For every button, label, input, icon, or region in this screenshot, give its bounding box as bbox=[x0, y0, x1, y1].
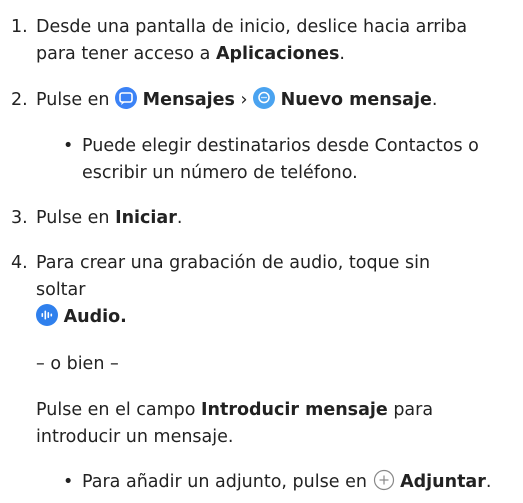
apps-label: Aplicaciones bbox=[215, 44, 340, 64]
step-number: 1. bbox=[11, 17, 28, 37]
step-number: 2. bbox=[11, 90, 28, 110]
step-text: Pulse en Iniciar. bbox=[36, 208, 183, 228]
bullet-symbol: • bbox=[63, 136, 74, 156]
enter-message-label: Introducir mensaje bbox=[201, 400, 388, 420]
new-message-label: Nuevo mensaje bbox=[280, 90, 432, 110]
chat-bubble-icon bbox=[115, 87, 138, 109]
alt-text: Pulse en el campo Introducir mensaje par… bbox=[36, 400, 434, 420]
audio-label: Audio. bbox=[63, 307, 127, 327]
audio-line: Audio. bbox=[36, 304, 127, 331]
start-label: Iniciar bbox=[115, 208, 177, 228]
bullet-text: Puede elegir destinatarios desde Contact… bbox=[82, 136, 479, 156]
step-text: Desde una pantalla de inicio, deslice ha… bbox=[36, 17, 468, 37]
alternative-separator: – o bien – bbox=[36, 354, 119, 374]
alt-text-line2: introducir un mensaje. bbox=[36, 427, 234, 447]
plus-circle-icon bbox=[373, 469, 395, 491]
bullet-text-line2: escribir un número de teléfono. bbox=[82, 163, 358, 183]
attach-label: Adjuntar bbox=[400, 472, 486, 492]
bullet-text: Para añadir un adjunto, pulse en Adjunta… bbox=[82, 469, 491, 496]
menu-separator: › bbox=[240, 90, 248, 110]
step-text: Para crear una grabación de audio, toque… bbox=[36, 253, 431, 273]
audio-wave-icon bbox=[36, 304, 58, 326]
messages-label: Mensajes bbox=[142, 90, 235, 110]
step-text: Pulse en Mensajes › Nuevo mensaje. bbox=[36, 87, 437, 114]
step-number: 4. bbox=[11, 253, 28, 273]
step-number: 3. bbox=[11, 208, 28, 228]
new-message-icon bbox=[253, 87, 276, 109]
step-text-line2: para tener acceso a Aplicaciones. bbox=[36, 44, 345, 64]
step-text-line2: soltar bbox=[36, 280, 86, 300]
bullet-symbol: • bbox=[63, 472, 74, 492]
